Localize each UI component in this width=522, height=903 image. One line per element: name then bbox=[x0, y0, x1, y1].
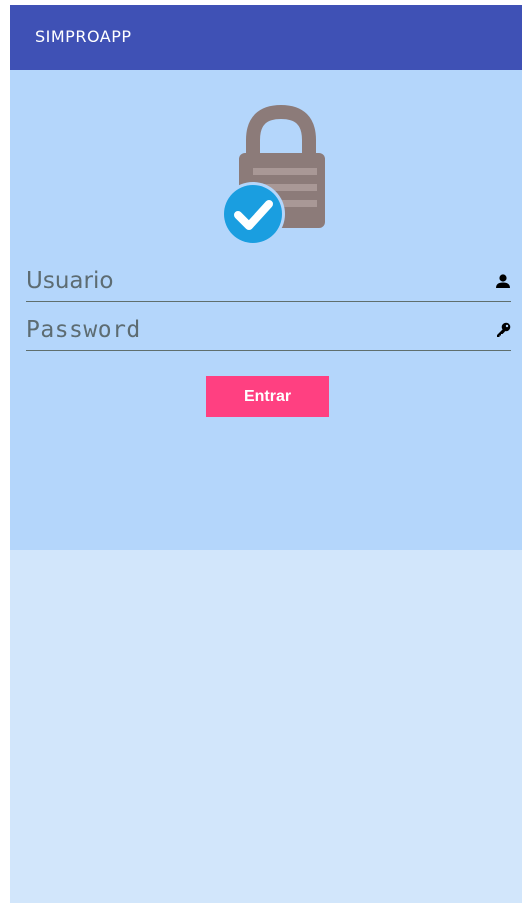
lock-check-icon bbox=[221, 104, 325, 246]
username-field-container bbox=[26, 263, 511, 302]
app-bar: SIMPROAPP bbox=[10, 5, 522, 70]
password-field-container bbox=[26, 312, 511, 351]
app-screen: SIMPROAPP Usuario Entrar bbox=[10, 5, 522, 903]
person-icon bbox=[496, 274, 510, 288]
username-input[interactable] bbox=[26, 263, 466, 299]
login-panel: Entrar bbox=[10, 70, 522, 550]
enter-button[interactable]: Entrar bbox=[206, 376, 329, 417]
key-icon bbox=[497, 322, 511, 337]
app-title: SIMPROAPP bbox=[35, 27, 132, 46]
password-input[interactable] bbox=[26, 312, 466, 348]
